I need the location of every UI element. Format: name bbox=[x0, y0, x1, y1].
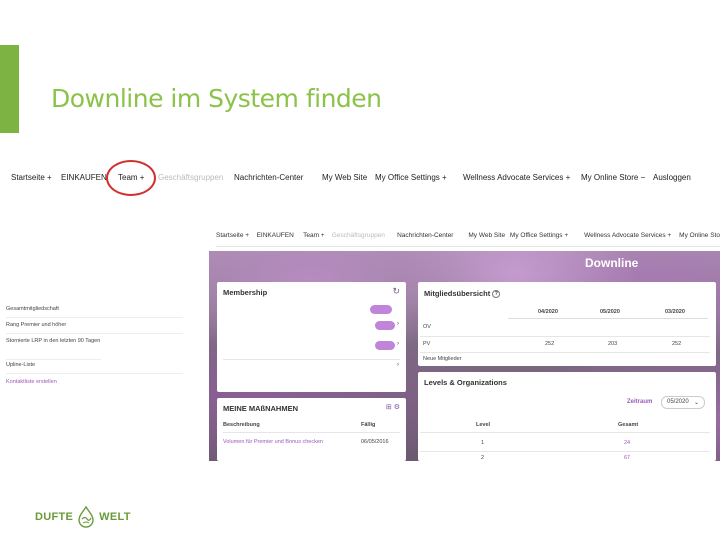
row-divider bbox=[223, 359, 400, 360]
duftewelt-logo: DUFTE WELT bbox=[35, 506, 131, 528]
mitglied-row-ov: OV bbox=[423, 324, 431, 330]
toggle-storniert[interactable] bbox=[375, 341, 395, 350]
mitglied-card: Mitgliedsübersicht? bbox=[418, 282, 716, 366]
nav-item-office-settings[interactable]: My Office Settings + bbox=[375, 173, 463, 187]
mitglied-pv-3: 252 bbox=[672, 341, 682, 347]
nav-item-nachrichten-center[interactable]: Nachrichten-Center bbox=[234, 173, 322, 187]
membership-row-premier[interactable]: Rang Premier und höher bbox=[6, 322, 183, 334]
level-row-1-gesamt[interactable]: 24 bbox=[624, 440, 630, 446]
column-header-level: Level bbox=[476, 422, 491, 428]
nav-item-geschaeftsgruppen[interactable]: Geschäftsgruppen bbox=[158, 173, 234, 187]
settings-icon[interactable]: ⊞ ⚙ bbox=[386, 403, 400, 411]
toggle-gesamt[interactable] bbox=[370, 305, 392, 314]
row-divider bbox=[420, 451, 710, 452]
zeitraum-select[interactable]: 05/2020 ⌄ bbox=[661, 396, 705, 409]
mitglied-pv-2: 203 bbox=[608, 341, 618, 347]
toggle-premier[interactable] bbox=[375, 321, 395, 330]
mitglied-row-pv: PV bbox=[423, 341, 431, 347]
help-icon[interactable]: ? bbox=[492, 290, 501, 299]
level-row-2-level: 2 bbox=[481, 455, 485, 461]
team-highlight-circle bbox=[106, 160, 156, 196]
membership-row-label: Rang Premier und höher bbox=[6, 322, 67, 328]
nav2-item-office-settings[interactable]: My Office Settings + bbox=[510, 232, 584, 244]
screenshot-navigation: Startseite + EINKAUFEN Team + Geschäftsg… bbox=[216, 232, 720, 244]
kontaktliste-link[interactable]: Kontaktliste erstellen bbox=[6, 379, 57, 385]
nav2-item-nachrichten-center[interactable]: Nachrichten-Center bbox=[397, 232, 468, 244]
mitglied-col-1: 04/2020 bbox=[538, 309, 558, 315]
membership-row-label: Stornierte LRP in den letzten 90 Tagen bbox=[6, 338, 101, 344]
nav2-item-team[interactable]: Team + bbox=[303, 232, 332, 244]
nav-item-online-store[interactable]: My Online Store − bbox=[581, 173, 653, 187]
mitglied-col-2: 05/2020 bbox=[600, 309, 620, 315]
chevron-down-icon: ⌄ bbox=[693, 400, 699, 406]
table-divider bbox=[420, 432, 710, 433]
mitglied-title: Mitgliedsübersicht? bbox=[424, 289, 501, 299]
massnahme-link[interactable]: Volumen für Premier und Bonus checken bbox=[223, 439, 323, 445]
logo-text-left: DUFTE bbox=[35, 511, 74, 523]
chevron-right-icon[interactable]: › bbox=[397, 362, 399, 368]
nav2-item-wellness-advocate-services[interactable]: Wellness Advocate Services + bbox=[584, 232, 679, 244]
refresh-icon[interactable]: ↻ bbox=[392, 286, 400, 297]
nav-item-wellness-advocate-services[interactable]: Wellness Advocate Services + bbox=[463, 173, 581, 187]
column-header-beschreibung: Beschreibung bbox=[223, 422, 260, 428]
membership-row-label: Gesamtmitgliedschaft bbox=[6, 306, 59, 312]
mitglied-pv-1: 252 bbox=[545, 341, 555, 347]
nav2-item-my-web-site[interactable]: My Web Site bbox=[468, 232, 510, 244]
nav-item-ausloggen[interactable]: Ausloggen bbox=[653, 173, 691, 187]
nav-item-my-web-site[interactable]: My Web Site bbox=[322, 173, 375, 187]
column-header-gesamt: Gesamt bbox=[618, 422, 639, 428]
zeitraum-label: Zeitraum bbox=[627, 399, 653, 405]
mitglied-title-text: Mitgliedsübersicht bbox=[424, 289, 491, 298]
column-header-faellig: Fällig bbox=[361, 422, 376, 428]
nav2-item-startseite[interactable]: Startseite + bbox=[216, 232, 257, 244]
mitglied-col-3: 03/2020 bbox=[665, 309, 685, 315]
membership-title: Membership bbox=[223, 288, 268, 297]
nav2-item-online-store[interactable]: My Online Sto bbox=[679, 232, 720, 244]
chevron-right-icon[interactable]: › bbox=[397, 341, 399, 347]
membership-row-label: Upline-Liste bbox=[6, 362, 36, 368]
zeitraum-value: 05/2020 bbox=[667, 399, 689, 405]
massnahme-due: 06/05/2016 bbox=[361, 439, 389, 445]
table-divider bbox=[223, 432, 400, 433]
mitglied-header-line bbox=[508, 318, 708, 319]
accent-bar bbox=[0, 45, 19, 133]
mitglied-row-neue: Neue Mitglieder bbox=[423, 356, 462, 362]
levels-card: Levels & Organizations bbox=[418, 372, 716, 461]
row-divider bbox=[420, 336, 710, 337]
levels-title: Levels & Organizations bbox=[424, 378, 507, 387]
membership-row-gesamt[interactable]: Gesamtmitgliedschaft bbox=[6, 306, 183, 318]
membership-card: Membership ↻ bbox=[217, 282, 406, 392]
massnahmen-card: MEINE MAßNAHMEN ⊞ ⚙ bbox=[217, 398, 406, 461]
row-divider bbox=[420, 352, 710, 353]
hero-title: Downline bbox=[585, 256, 639, 270]
chevron-right-icon[interactable]: › bbox=[397, 321, 399, 327]
nav-item-startseite[interactable]: Startseite + bbox=[11, 173, 61, 187]
level-row-2-gesamt[interactable]: 67 bbox=[624, 455, 630, 461]
nav2-item-einkaufen[interactable]: EINKAUFEN bbox=[257, 232, 304, 244]
nav2-item-geschaeftsgruppen[interactable]: Geschäftsgruppen bbox=[332, 232, 397, 244]
membership-row-upline[interactable]: Upline-Liste bbox=[6, 362, 183, 374]
nav-divider bbox=[216, 246, 720, 247]
membership-row-storniert[interactable]: Stornierte LRP in den letzten 90 Tagen bbox=[6, 338, 101, 360]
logo-text-right: WELT bbox=[99, 511, 131, 523]
slide-title: Downline im System finden bbox=[51, 84, 382, 113]
level-row-1-level: 1 bbox=[481, 440, 485, 446]
globe-drop-icon bbox=[78, 506, 94, 528]
massnahmen-title: MEINE MAßNAHMEN bbox=[223, 404, 298, 413]
